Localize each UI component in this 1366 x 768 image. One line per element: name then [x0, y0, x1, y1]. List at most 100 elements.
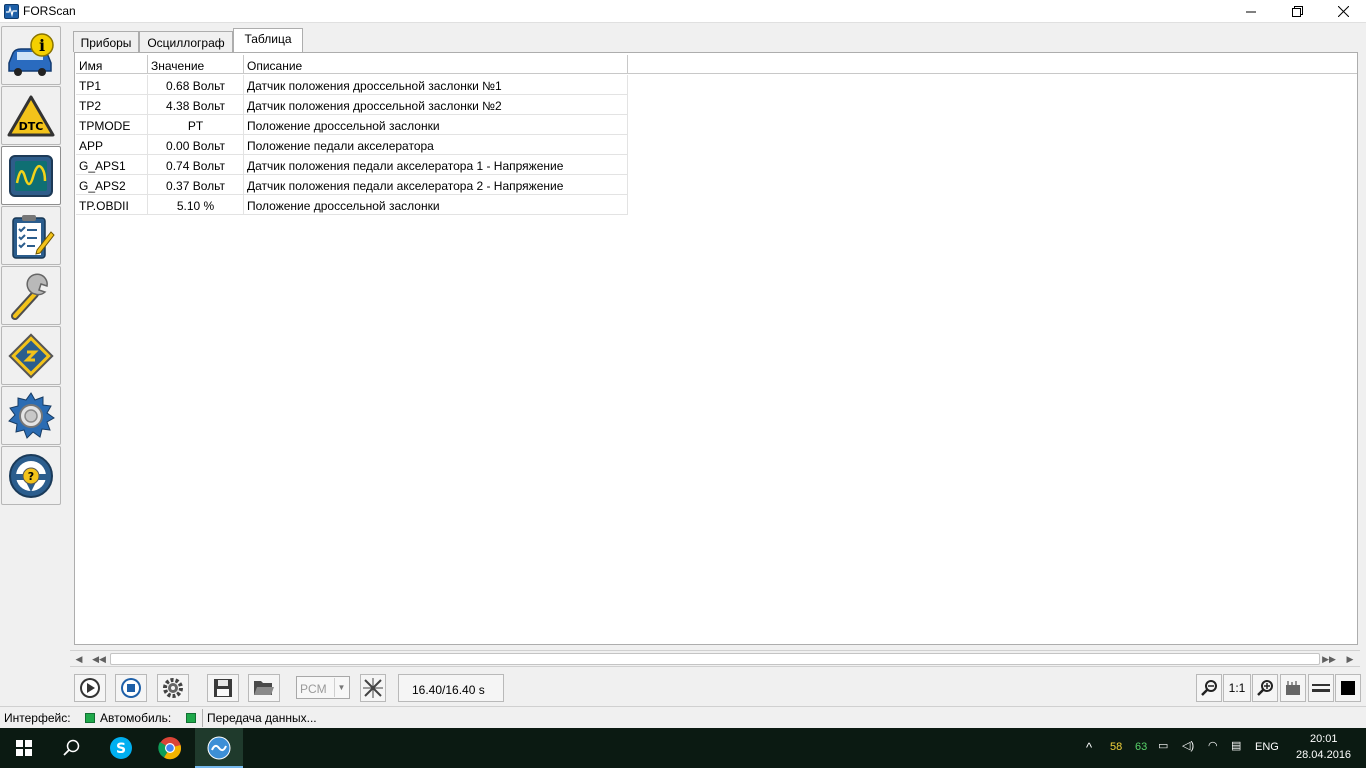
table-row[interactable]: G_APS1 0.74 Вольт Датчик положения педали … [76, 155, 628, 175]
scroll-fast-left-button[interactable]: ◀◀ [90, 651, 108, 667]
show-hidden-icons-chevron[interactable]: ^ [1086, 740, 1092, 755]
scroll-fast-right-button[interactable]: ▶▶ [1320, 651, 1338, 667]
forscan-taskbar-icon [207, 736, 231, 760]
sidebar-help[interactable]: ? [1, 446, 61, 505]
table-row[interactable]: TP.OBDII 5.10 % Положение дроссельной засл… [76, 195, 628, 215]
status-message-panel: Передача данных... [202, 709, 1362, 727]
tab-oscilloscope[interactable]: Осциллограф [139, 31, 233, 52]
table-row[interactable]: G_APS2 0.37 Вольт Датчик положения педали … [76, 175, 628, 195]
tray-temp-1[interactable]: 58 [1110, 741, 1122, 753]
vehicle-label: Автомобиль: [100, 711, 172, 725]
stop-button[interactable] [115, 674, 147, 702]
module-select[interactable]: PCM ▼ [296, 676, 350, 699]
cell-name: TP1 [76, 75, 148, 95]
svg-text:S: S [116, 741, 126, 757]
action-center-icon[interactable]: ▤ [1231, 739, 1241, 752]
double-arrow-right-icon: ▶▶ [1322, 653, 1336, 664]
scroll-thumb[interactable] [110, 653, 1320, 665]
sidebar-oscilloscope[interactable] [1, 146, 61, 205]
taskbar-skype[interactable]: S [97, 728, 145, 768]
clock-time[interactable]: 20:01 [1310, 733, 1338, 745]
help-steering-wheel-icon: ? [9, 453, 53, 498]
scroll-right-button[interactable]: ▶ [1341, 651, 1359, 667]
horizontal-scrollbar[interactable]: ◀ ◀◀ ▶▶ ▶ [70, 650, 1360, 667]
cell-value: 5.10 % [148, 195, 244, 215]
double-arrow-left-icon: ◀◀ [92, 653, 106, 664]
svg-text:i: i [39, 36, 45, 55]
table-row[interactable]: TP2 4.38 Вольт Датчик положения дроссельно… [76, 95, 628, 115]
cross-hatch-icon [363, 678, 383, 698]
play-button[interactable] [74, 674, 106, 702]
zoom-out-button[interactable] [1196, 674, 1222, 702]
clear-button[interactable] [360, 674, 386, 702]
floppy-disk-icon [214, 679, 232, 697]
zoom-in-button[interactable] [1252, 674, 1278, 702]
restore-button[interactable] [1274, 0, 1320, 23]
oscilloscope-icon [9, 154, 53, 197]
minimize-button[interactable] [1228, 0, 1274, 23]
cell-description: Положение дроссельной заслонки [244, 195, 628, 215]
gear-icon [8, 391, 55, 439]
table-row[interactable]: TP1 0.68 Вольт Датчик положения дроссельно… [76, 75, 628, 95]
column-header-name[interactable]: Имя [76, 55, 148, 74]
svg-text:?: ? [28, 470, 34, 483]
window-title: FORScan [23, 4, 76, 18]
sidebar-settings[interactable] [1, 386, 61, 445]
battery-icon[interactable]: ▭ [1158, 739, 1168, 752]
cell-description: Датчик положения педали акселератора 2 -… [244, 175, 628, 195]
table-row[interactable]: TPMODE PT Положение дроссельной заслонки [76, 115, 628, 135]
left-sidebar: i DTC ? [0, 24, 63, 706]
bottom-toolbar: PCM ▼ 16.40/16.40 s 1:1 [70, 670, 1366, 706]
folder-open-icon [254, 681, 274, 695]
interface-label: Интерфейс: [4, 711, 71, 725]
stop-icon [121, 678, 141, 698]
settings-button[interactable] [157, 674, 189, 702]
start-button[interactable] [0, 728, 48, 768]
sidebar-service[interactable] [1, 266, 61, 325]
taskbar-forscan[interactable] [195, 728, 243, 768]
chrome-icon [158, 737, 182, 760]
cell-description: Датчик положения педали акселератора 1 -… [244, 155, 628, 175]
scroll-left-button[interactable]: ◀ [70, 651, 88, 667]
checklist-icon [12, 214, 55, 259]
tab-gauges[interactable]: Приборы [73, 31, 139, 52]
sidebar-tests[interactable] [1, 206, 61, 265]
language-indicator[interactable]: ENG [1255, 741, 1279, 753]
taskbar-chrome[interactable] [146, 728, 194, 768]
wifi-icon[interactable]: ◠ [1208, 739, 1218, 752]
sidebar-dtc[interactable]: DTC [1, 86, 61, 145]
chevron-down-icon: ▼ [334, 678, 348, 697]
zoom-out-icon [1201, 680, 1217, 696]
restore-icon [1291, 6, 1303, 17]
line-width-button[interactable] [1308, 674, 1334, 702]
cell-name: TPMODE [76, 115, 148, 135]
zoom-in-icon [1257, 680, 1273, 696]
tab-table[interactable]: Таблица [233, 28, 303, 52]
column-header-value[interactable]: Значение [148, 55, 244, 74]
search-button[interactable] [48, 728, 96, 768]
table-panel: Имя Значение Описание TP1 0.68 Вольт Датчи… [74, 52, 1358, 645]
cell-description: Положение дроссельной заслонки [244, 115, 628, 135]
gear-icon [163, 678, 183, 698]
wrench-icon [11, 273, 48, 320]
dtc-warning-icon: DTC [7, 95, 55, 136]
open-button[interactable] [248, 674, 280, 702]
sidebar-configuration[interactable] [1, 326, 61, 385]
close-button[interactable] [1320, 0, 1366, 23]
column-header-description[interactable]: Описание [244, 55, 628, 74]
zoom-reset-button[interactable]: 1:1 [1223, 674, 1251, 702]
lines-icon [1312, 684, 1330, 692]
clock-date[interactable]: 28.04.2016 [1296, 749, 1351, 761]
tray-temp-2[interactable]: 63 [1135, 741, 1147, 753]
car-info-icon: i [8, 32, 54, 76]
interface-status-led [85, 713, 95, 723]
cell-name: G_APS1 [76, 155, 148, 175]
background-color-button[interactable] [1335, 674, 1361, 702]
table-row[interactable]: APP 0.00 Вольт Положение педали акселерато… [76, 135, 628, 155]
volume-icon[interactable]: ◁) [1182, 739, 1194, 752]
sidebar-vehicle-info[interactable]: i [1, 26, 61, 85]
cell-value: PT [148, 115, 244, 135]
cell-value: 0.74 Вольт [148, 155, 244, 175]
grid-toggle-button[interactable] [1280, 674, 1306, 702]
save-button[interactable] [207, 674, 239, 702]
